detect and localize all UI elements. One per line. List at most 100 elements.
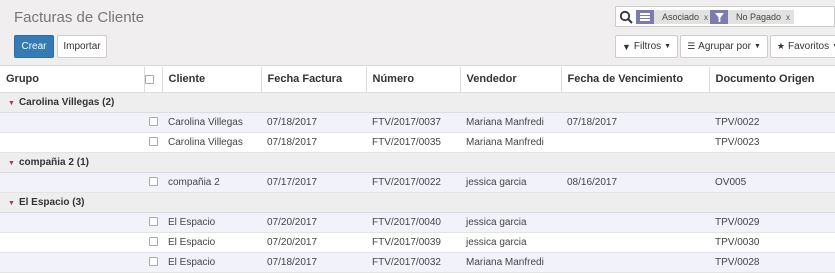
column-header-documento-origen[interactable]: Documento Origen — [708, 67, 835, 93]
column-header-fecha-factura[interactable]: Fecha Factura — [260, 67, 366, 93]
table-row[interactable]: Carolina Villegas 07/18/2017 FTV/2017/0037… — [0, 112, 835, 133]
caret-down-icon: ▼ — [8, 99, 15, 107]
filter-icon — [710, 10, 728, 24]
cell-cliente: Carolina Villegas — [162, 132, 261, 153]
select-all-checkbox[interactable] — [143, 67, 162, 93]
row-checkbox[interactable] — [144, 132, 162, 153]
table-header: Grupo Cliente Fecha Factura Número Vende… — [0, 67, 835, 93]
cell-fecha-vencimiento — [561, 212, 709, 233]
row-checkbox[interactable] — [144, 232, 162, 253]
cell-cliente: compañia 2 — [162, 172, 261, 193]
table-row[interactable]: El Espacio 07/18/2017 FTV/2017/0032 Mariana… — [0, 252, 835, 273]
checkbox[interactable] — [148, 177, 158, 187]
cell-numero: FTV/2017/0032 — [366, 252, 460, 273]
column-header-numero[interactable]: Número — [365, 67, 460, 93]
list-icon — [636, 10, 654, 24]
column-header-fecha-vencimiento[interactable]: Fecha de Vencimiento — [560, 67, 709, 93]
search-options: ▼ Filtros ▼ ☰ Agrupar por ▼ ★ Favoritos … — [615, 35, 835, 58]
control-panel: Facturas de Cliente Asociado x No Pagado… — [0, 0, 835, 66]
cell-documento-origen: OV005 — [709, 172, 835, 193]
invoice-list: Grupo Cliente Fecha Factura Número Vende… — [0, 67, 835, 273]
filters-button[interactable]: ▼ Filtros ▼ — [615, 35, 679, 58]
cell-documento-origen: TPV/0028 — [709, 252, 835, 273]
cell-cliente: El Espacio — [162, 252, 261, 273]
cell-documento-origen: TPV/0029 — [709, 212, 835, 233]
group-row[interactable]: ▼ El Espacio (3) — [0, 192, 835, 213]
search-icon[interactable] — [619, 10, 633, 24]
cell-numero: FTV/2017/0040 — [366, 212, 460, 233]
group-row[interactable]: ▼ Carolina Villegas (2) — [0, 92, 835, 113]
row-checkbox[interactable] — [144, 112, 162, 133]
cell-cliente: Carolina Villegas — [162, 112, 261, 133]
cell-fecha-factura: 07/20/2017 — [261, 212, 366, 233]
column-header-group[interactable]: Grupo — [0, 67, 144, 93]
table-body: ▼ Carolina Villegas (2) Carolina Villegas 0… — [0, 92, 835, 273]
cell-fecha-factura: 07/20/2017 — [261, 232, 366, 253]
group-header[interactable]: ▼ Carolina Villegas (2) — [0, 92, 835, 113]
group-by-label: Agrupar por — [698, 41, 751, 52]
create-button[interactable]: Crear — [14, 35, 54, 58]
cell-group — [0, 232, 144, 253]
cell-fecha-vencimiento — [561, 132, 709, 153]
cell-fecha-vencimiento: 07/18/2017 — [561, 112, 709, 133]
caret-down-icon: ▼ — [664, 43, 672, 50]
cell-cliente: El Espacio — [162, 212, 261, 233]
caret-down-icon: ▼ — [8, 159, 15, 167]
table-row[interactable]: compañia 2 07/17/2017 FTV/2017/0022 jessica… — [0, 172, 835, 193]
cell-fecha-vencimiento — [561, 232, 709, 253]
cell-fecha-factura: 07/17/2017 — [261, 172, 366, 193]
cell-group — [0, 112, 144, 133]
facet-no-pagado[interactable]: No Pagado x — [710, 10, 795, 24]
row-checkbox[interactable] — [144, 212, 162, 233]
cell-group — [0, 132, 144, 153]
import-button[interactable]: Importar — [57, 35, 107, 58]
cell-numero: FTV/2017/0039 — [366, 232, 460, 253]
cell-group — [0, 252, 144, 273]
table-row[interactable]: Carolina Villegas 07/18/2017 FTV/2017/0035… — [0, 132, 835, 153]
checkbox[interactable] — [148, 237, 158, 247]
checkbox[interactable] — [148, 257, 158, 267]
search-box[interactable]: Asociado x No Pagado x — [615, 6, 835, 27]
favorites-button[interactable]: ★ Favoritos ▼ — [769, 35, 835, 58]
cell-vendedor: jessica garcia — [460, 172, 561, 193]
cell-documento-origen: TPV/0023 — [709, 132, 835, 153]
facet-label: Asociado — [654, 10, 703, 24]
cell-group — [0, 172, 144, 193]
group-label: Carolina Villegas (2) — [18, 96, 115, 108]
table-row[interactable]: El Espacio 07/20/2017 FTV/2017/0040 jessica… — [0, 212, 835, 233]
checkbox[interactable] — [148, 117, 158, 127]
facet-close-icon[interactable]: x — [784, 10, 795, 24]
favorites-label: Favoritos — [788, 41, 830, 52]
group-by-button[interactable]: ☰ Agrupar por ▼ — [680, 35, 768, 58]
row-checkbox[interactable] — [144, 252, 162, 273]
facet-label: No Pagado — [728, 10, 785, 24]
table-row[interactable]: El Espacio 07/20/2017 FTV/2017/0039 jessica… — [0, 232, 835, 253]
column-header-vendedor[interactable]: Vendedor — [459, 67, 561, 93]
checkbox[interactable] — [148, 137, 158, 147]
cell-documento-origen: TPV/0030 — [709, 232, 835, 253]
group-label: compañia 2 (1) — [18, 156, 89, 168]
cell-fecha-factura: 07/18/2017 — [261, 132, 366, 153]
cell-fecha-factura: 07/18/2017 — [261, 112, 366, 133]
bars-icon: ☰ — [687, 41, 696, 51]
cell-fecha-vencimiento — [561, 252, 709, 273]
star-icon: ★ — [776, 41, 785, 51]
cell-numero: FTV/2017/0035 — [366, 132, 460, 153]
group-header[interactable]: ▼ El Espacio (3) — [0, 192, 835, 213]
cell-numero: FTV/2017/0022 — [366, 172, 460, 193]
cell-fecha-vencimiento: 08/16/2017 — [561, 172, 709, 193]
checkbox[interactable] — [148, 217, 158, 227]
cell-vendedor: Mariana Manfredi — [460, 112, 561, 133]
cell-vendedor: Mariana Manfredi — [460, 252, 561, 273]
facet-asociado[interactable]: Asociado x — [636, 10, 713, 24]
cell-numero: FTV/2017/0037 — [366, 112, 460, 133]
group-header[interactable]: ▼ compañia 2 (1) — [0, 152, 835, 173]
cell-vendedor: jessica garcia — [460, 212, 561, 233]
filters-label: Filtros — [633, 41, 662, 52]
group-label: El Espacio (3) — [18, 196, 85, 208]
row-checkbox[interactable] — [144, 172, 162, 193]
group-row[interactable]: ▼ compañia 2 (1) — [0, 152, 835, 173]
column-header-cliente[interactable]: Cliente — [161, 67, 261, 93]
page-title: Facturas de Cliente — [14, 9, 145, 26]
filter-icon: ▼ — [622, 41, 631, 52]
